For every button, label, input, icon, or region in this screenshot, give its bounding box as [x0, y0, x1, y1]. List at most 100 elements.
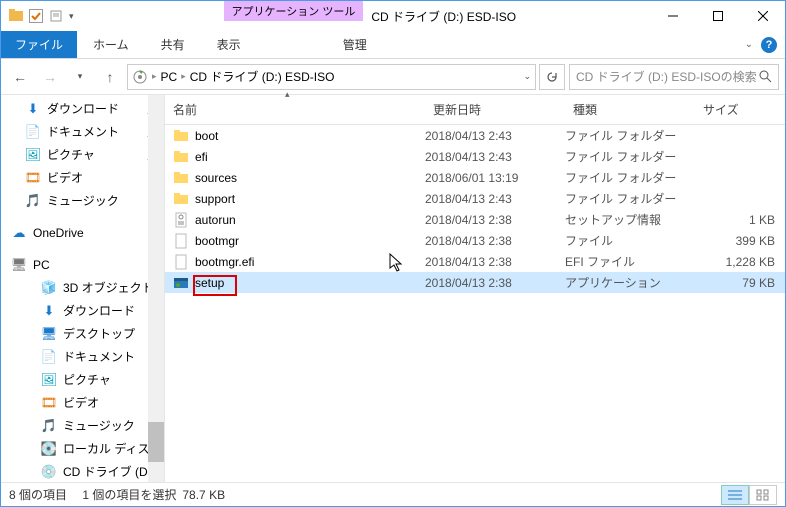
- download-icon: ⬇: [25, 101, 41, 117]
- drive-icon: 💽: [41, 441, 57, 457]
- recent-locations-dropdown[interactable]: ▾: [67, 64, 93, 90]
- column-date[interactable]: 更新日時: [425, 95, 565, 124]
- file-type: ファイル フォルダー: [565, 148, 695, 165]
- status-item-count: 8 個の項目: [9, 486, 67, 503]
- share-tab[interactable]: 共有: [145, 31, 201, 58]
- file-type: ファイル フォルダー: [565, 190, 695, 207]
- file-icon: [173, 254, 189, 270]
- search-box[interactable]: CD ドライブ (D:) ESD-ISOの検索: [569, 64, 779, 90]
- contextual-tool-tab: アプリケーション ツール: [224, 1, 364, 21]
- search-placeholder: CD ドライブ (D:) ESD-ISOの検索: [576, 68, 757, 85]
- window-controls: [650, 1, 785, 31]
- app-icon: [7, 7, 25, 25]
- desktop-icon: 🖥: [41, 326, 57, 342]
- nav-item-documents2[interactable]: 📄ドキュメント: [1, 345, 164, 368]
- navigation-pane: ⬇ダウンロード📌 📄ドキュメント📌 🖼ピクチャ📌 🎞ビデオ 🎵ミュージック ☁O…: [1, 95, 165, 482]
- document-icon: 📄: [25, 124, 41, 140]
- file-name: setup: [195, 276, 224, 290]
- scrollbar-thumb[interactable]: [148, 422, 164, 462]
- file-name: bootmgr.efi: [195, 255, 254, 269]
- nav-scrollbar[interactable]: [148, 95, 164, 482]
- file-row[interactable]: bootmgr2018/04/13 2:38ファイル399 KB: [165, 230, 785, 251]
- ribbon-tabs: ファイル ホーム 共有 表示 管理 ⌄ ?: [1, 31, 785, 59]
- file-type: アプリケーション: [565, 274, 695, 291]
- nav-item-pictures2[interactable]: 🖼ピクチャ: [1, 368, 164, 391]
- file-tab[interactable]: ファイル: [1, 31, 77, 58]
- column-size[interactable]: サイズ: [695, 95, 785, 124]
- window-title: CD ドライブ (D:) ESD-ISO: [371, 8, 516, 25]
- file-row[interactable]: bootmgr.efi2018/04/13 2:38EFI ファイル1,228 …: [165, 251, 785, 272]
- folder-icon: [173, 191, 189, 207]
- nav-item-downloads2[interactable]: ⬇ダウンロード: [1, 299, 164, 322]
- qat-dropdown-icon[interactable]: ▾: [69, 11, 74, 22]
- video-icon: 🎞: [25, 170, 41, 186]
- music-icon: 🎵: [41, 418, 57, 434]
- minimize-button[interactable]: [650, 1, 695, 31]
- home-tab[interactable]: ホーム: [77, 31, 145, 58]
- nav-item-documents[interactable]: 📄ドキュメント📌: [1, 120, 164, 143]
- address-bar[interactable]: ▸ PC ▸ CD ドライブ (D:) ESD-ISO ⌄: [127, 64, 536, 90]
- breadcrumb-pc[interactable]: PC: [161, 70, 178, 84]
- folder-icon: [173, 170, 189, 186]
- file-date: 2018/04/13 2:43: [425, 192, 565, 206]
- icons-view-button[interactable]: [749, 485, 777, 505]
- content-body: ⬇ダウンロード📌 📄ドキュメント📌 🖼ピクチャ📌 🎞ビデオ 🎵ミュージック ☁O…: [1, 95, 785, 482]
- file-row[interactable]: support2018/04/13 2:43ファイル フォルダー: [165, 188, 785, 209]
- nav-item-downloads[interactable]: ⬇ダウンロード📌: [1, 97, 164, 120]
- file-type: セットアップ情報: [565, 211, 695, 228]
- app-icon: [173, 275, 189, 291]
- nav-item-pc[interactable]: 🖥PC: [1, 254, 164, 276]
- help-icon[interactable]: ?: [761, 37, 777, 53]
- close-button[interactable]: [740, 1, 785, 31]
- address-dropdown-icon[interactable]: ⌄: [523, 71, 531, 82]
- nav-item-cddrive[interactable]: 💿CD ドライブ (D:) ESD-ISO: [1, 460, 164, 482]
- nav-item-localdisk[interactable]: 💽ローカル ディスク (C:): [1, 437, 164, 460]
- nav-item-onedrive[interactable]: ☁OneDrive: [1, 222, 164, 244]
- quick-access-toolbar: ▾: [1, 1, 74, 31]
- properties-icon[interactable]: [47, 7, 65, 25]
- status-selected: 1 個の項目を選択: [82, 486, 176, 503]
- video-icon: 🎞: [41, 395, 57, 411]
- file-date: 2018/04/13 2:43: [425, 150, 565, 164]
- details-view-button[interactable]: [721, 485, 749, 505]
- refresh-button[interactable]: [539, 64, 565, 90]
- breadcrumb-separator-icon[interactable]: ▸: [152, 71, 157, 82]
- file-row[interactable]: boot2018/04/13 2:43ファイル フォルダー: [165, 125, 785, 146]
- forward-button[interactable]: →: [37, 64, 63, 90]
- manage-tab[interactable]: 管理: [327, 31, 383, 58]
- checkbox-icon[interactable]: [29, 9, 43, 23]
- file-row[interactable]: autorun2018/04/13 2:38セットアップ情報1 KB: [165, 209, 785, 230]
- cd-icon: 💿: [41, 464, 57, 480]
- file-row[interactable]: sources2018/06/01 13:19ファイル フォルダー: [165, 167, 785, 188]
- file-date: 2018/04/13 2:43: [425, 129, 565, 143]
- file-row[interactable]: setup2018/04/13 2:38アプリケーション79 KB: [165, 272, 785, 293]
- ribbon-expand-icon[interactable]: ⌄: [745, 39, 753, 50]
- nav-item-videos2[interactable]: 🎞ビデオ: [1, 391, 164, 414]
- maximize-button[interactable]: [695, 1, 740, 31]
- nav-item-music[interactable]: 🎵ミュージック: [1, 189, 164, 212]
- nav-item-desktop[interactable]: 🖥デスクトップ: [1, 322, 164, 345]
- up-button[interactable]: ↑: [97, 64, 123, 90]
- column-name[interactable]: 名前: [165, 95, 425, 124]
- breadcrumb-location[interactable]: CD ドライブ (D:) ESD-ISO: [190, 68, 335, 85]
- title-bar: ▾ アプリケーション ツール CD ドライブ (D:) ESD-ISO: [1, 1, 785, 31]
- column-type[interactable]: 種類: [565, 95, 695, 124]
- file-size: 1 KB: [695, 213, 785, 227]
- column-headers: 名前 更新日時 種類 サイズ: [165, 95, 785, 125]
- file-type: ファイル: [565, 232, 695, 249]
- nav-item-3dobjects[interactable]: 🧊3D オブジェクト: [1, 276, 164, 299]
- pc-icon: 🖥: [11, 257, 27, 273]
- view-tab[interactable]: 表示: [201, 31, 257, 58]
- nav-item-videos[interactable]: 🎞ビデオ: [1, 166, 164, 189]
- nav-item-pictures[interactable]: 🖼ピクチャ📌: [1, 143, 164, 166]
- inf-icon: [173, 212, 189, 228]
- back-button[interactable]: ←: [7, 64, 33, 90]
- file-icon: [173, 233, 189, 249]
- nav-item-music2[interactable]: 🎵ミュージック: [1, 414, 164, 437]
- file-date: 2018/06/01 13:19: [425, 171, 565, 185]
- file-name: efi: [195, 150, 208, 164]
- file-date: 2018/04/13 2:38: [425, 276, 565, 290]
- file-row[interactable]: efi 2018/04/13 2:43ファイル フォルダー: [165, 146, 785, 167]
- breadcrumb-separator-icon[interactable]: ▸: [181, 71, 186, 82]
- file-name: bootmgr: [195, 234, 239, 248]
